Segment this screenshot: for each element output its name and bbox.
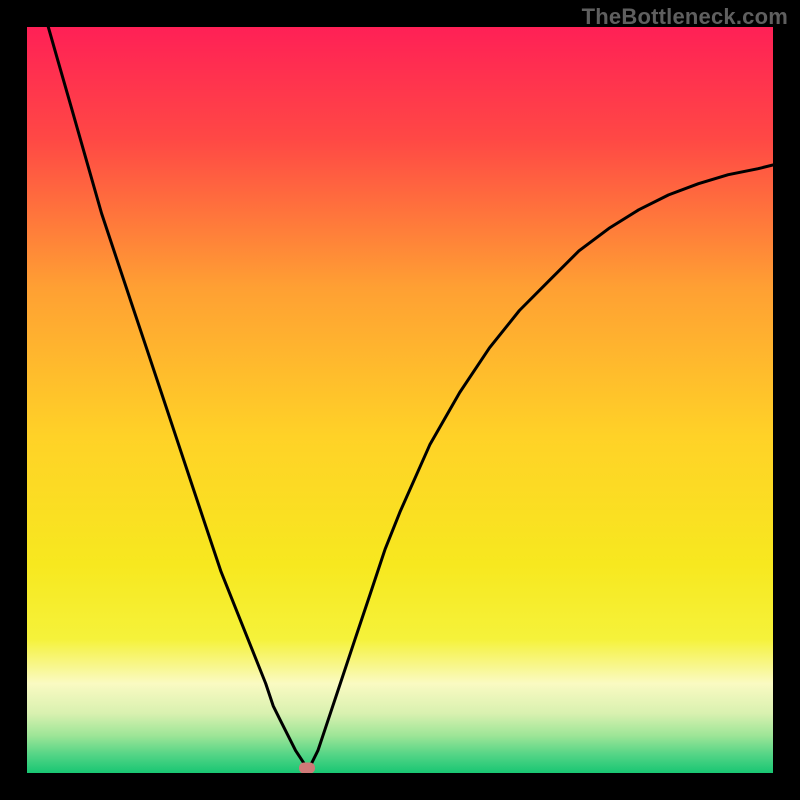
plot-area bbox=[27, 27, 773, 773]
minimum-marker bbox=[299, 762, 315, 773]
chart-frame: TheBottleneck.com bbox=[0, 0, 800, 800]
bottleneck-curve bbox=[27, 27, 773, 773]
watermark-text: TheBottleneck.com bbox=[582, 4, 788, 30]
